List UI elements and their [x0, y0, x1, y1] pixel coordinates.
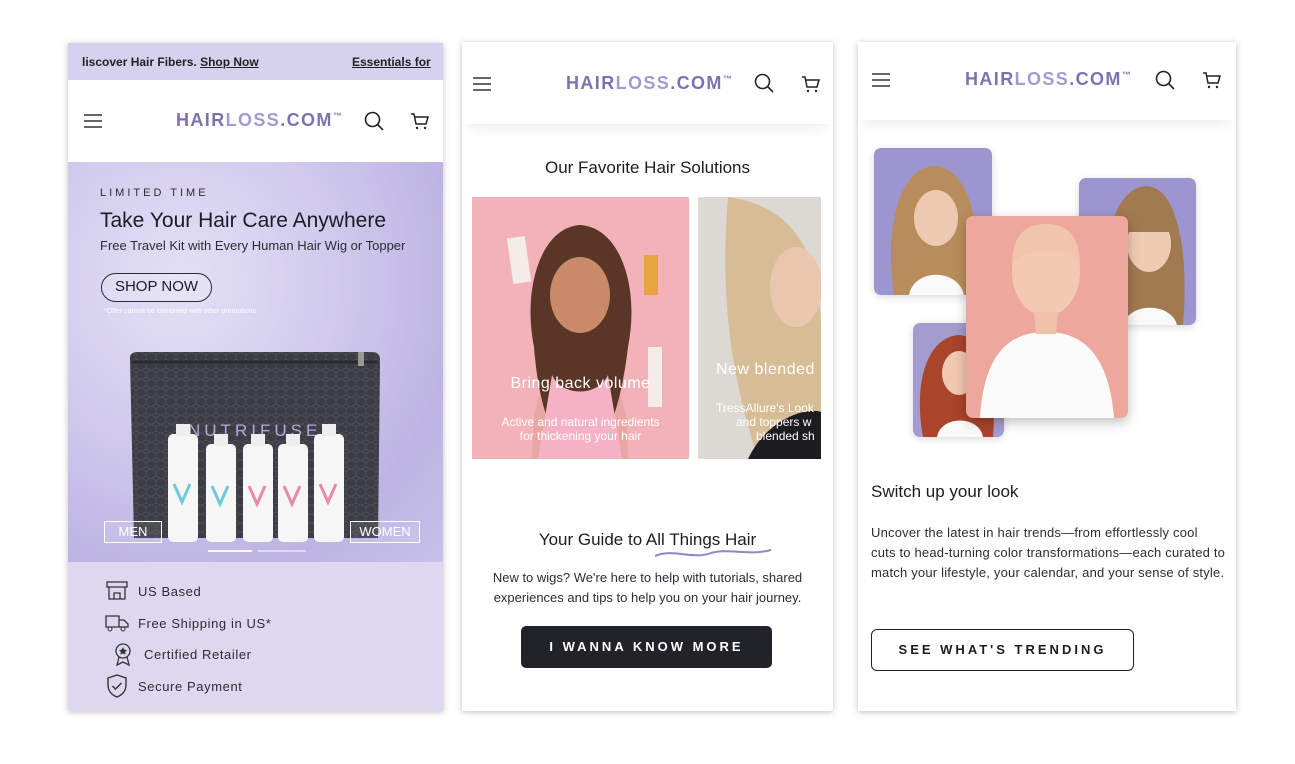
- underline-swash: [654, 549, 772, 557]
- feature-secure-payment: Secure Payment: [104, 673, 243, 699]
- hero-kicker: LIMITED TIME: [100, 187, 209, 199]
- section-title: Our Favorite Hair Solutions: [544, 158, 751, 177]
- carousel-dot[interactable]: [258, 550, 306, 552]
- shop-now-link[interactable]: Shop Now: [200, 55, 259, 69]
- shield-check-icon: [104, 673, 130, 699]
- cart-icon[interactable]: [799, 72, 823, 96]
- trust-features: US Based Free Shipping in US* Certified …: [68, 562, 443, 711]
- site-header: HAIRLOSS.COM™: [462, 42, 833, 124]
- solution-card-blended[interactable]: New blended TressAllure's Look and toppe…: [698, 197, 821, 459]
- phone-screen-trends: HAIRLOSS.COM™ Switch up your look Uncove…: [858, 42, 1236, 711]
- storefront-icon: [104, 578, 130, 604]
- carousel-dot-active[interactable]: [208, 550, 252, 552]
- announcement-bar: liscover Hair Fibers. Shop Now Essential…: [68, 43, 443, 80]
- feature-us-based: US Based: [104, 578, 201, 604]
- trend-paragraph: Uncover the latest in hair trends—from e…: [871, 525, 1226, 580]
- menu-icon[interactable]: [81, 109, 105, 133]
- search-icon[interactable]: [1153, 68, 1177, 92]
- card-subtitle: Active and natural ingredients for thick…: [501, 415, 660, 443]
- travel-kit-image: NUTRIFUSE: [130, 352, 380, 542]
- search-icon[interactable]: [752, 71, 776, 95]
- phone-screen-promo: liscover Hair Fibers. Shop Now Essential…: [68, 43, 443, 711]
- menu-icon[interactable]: [470, 72, 494, 96]
- card-title: Bring back volume: [510, 375, 651, 392]
- site-logo[interactable]: HAIRLOSS.COM™: [566, 73, 733, 94]
- guide-title: Your Guide to All Things Hair: [538, 530, 757, 549]
- card-subtitle: TressAllure's Look and toppers w blended…: [716, 401, 815, 443]
- cart-icon[interactable]: [1200, 68, 1224, 92]
- promo-hero: LIMITED TIME Take Your Hair Care Anywher…: [68, 162, 443, 562]
- announcement-text-secondary[interactable]: Essentials for: [352, 55, 431, 69]
- site-logo[interactable]: HAIRLOSS.COM™: [176, 110, 343, 131]
- feature-free-shipping: Free Shipping in US*: [104, 610, 271, 636]
- hero-subtitle: Free Travel Kit with Every Human Hair Wi…: [100, 238, 406, 253]
- card-title: New blended: [716, 361, 815, 378]
- women-button[interactable]: WOMEN: [350, 521, 420, 543]
- site-header: HAIRLOSS.COM™: [68, 80, 443, 162]
- cart-icon[interactable]: [408, 109, 432, 133]
- section-title: Switch up your look: [871, 482, 1019, 501]
- look-photo-featured: [966, 216, 1128, 418]
- menu-icon[interactable]: [869, 68, 893, 92]
- site-header: HAIRLOSS.COM™: [858, 42, 1236, 120]
- feature-certified-retailer: Certified Retailer: [110, 641, 252, 667]
- men-button[interactable]: MEN: [104, 521, 162, 543]
- solution-card-volume[interactable]: Bring back volume Active and natural ing…: [472, 197, 689, 459]
- phone-screen-solutions: HAIRLOSS.COM™ Our Favorite Hair Solution…: [462, 42, 833, 711]
- announcement-text: liscover Hair Fibers. Shop Now: [82, 55, 259, 69]
- site-logo[interactable]: HAIRLOSS.COM™: [965, 69, 1132, 90]
- wanna-know-more-button[interactable]: I WANNA KNOW MORE: [521, 626, 772, 668]
- search-icon[interactable]: [362, 109, 386, 133]
- badge-icon: [110, 641, 136, 667]
- see-whats-trending-button[interactable]: SEE WHAT'S TRENDING: [871, 629, 1134, 671]
- fine-print: *Offer cannot be combined with other pro…: [104, 308, 257, 315]
- truck-icon: [104, 610, 130, 636]
- hero-title: Take Your Hair Care Anywhere: [100, 209, 386, 232]
- guide-paragraph: New to wigs? We're here to help with tut…: [492, 570, 803, 605]
- shop-now-button[interactable]: SHOP NOW: [101, 273, 212, 302]
